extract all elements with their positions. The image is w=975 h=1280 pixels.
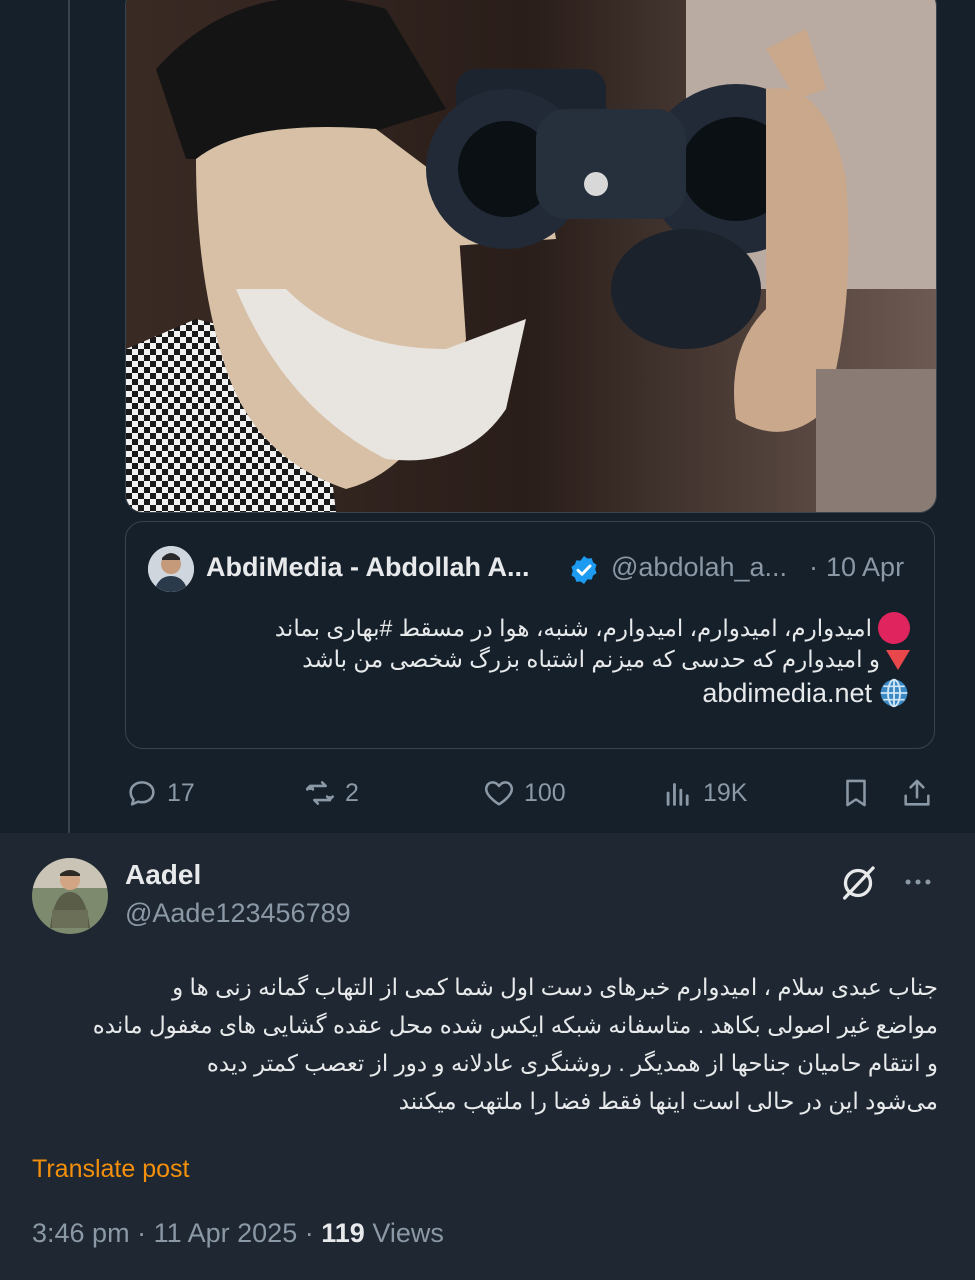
- quoted-link[interactable]: abdimedia.net: [702, 678, 872, 709]
- quoted-text-line: و امیدوارم که حدسی که میزنم اشتباه بزرگ …: [302, 646, 880, 672]
- red-circle-icon: [878, 612, 910, 644]
- quoted-tweet-card[interactable]: AbdiMedia - Abdollah A... @abdolah_a... …: [125, 521, 935, 749]
- quoted-date[interactable]: 10 Apr: [826, 552, 904, 583]
- like-count: 100: [524, 778, 566, 807]
- views-icon: [666, 783, 689, 806]
- reply-count: 17: [167, 778, 195, 807]
- repost-count: 2: [345, 778, 359, 807]
- post-date[interactable]: 11 Apr 2025: [154, 1218, 298, 1248]
- reply-tweet-text: جناب عبدی سلام ، امیدوارم خبرهای دست اول…: [32, 968, 938, 1120]
- views-button[interactable]: 19K: [661, 770, 747, 816]
- meta-separator: ·: [137, 1218, 147, 1248]
- quoted-line-2: و امیدوارم که حدسی که میزنم اشتباه بزرگ …: [150, 644, 910, 675]
- reply-text-line: و انتقام حامیان جناحها از همدیگر . روشنگ…: [206, 1050, 938, 1076]
- like-button[interactable]: 100: [482, 770, 566, 816]
- globe-icon: [880, 678, 908, 708]
- reply-meta: 3:46 pm · 11 Apr 2025 · 119 Views: [32, 1218, 444, 1249]
- thread-line: [68, 0, 70, 833]
- grok-icon[interactable]: [838, 863, 878, 903]
- reply-author-name[interactable]: Aadel: [125, 859, 201, 891]
- photo-illustration: [126, 0, 936, 512]
- repost-button[interactable]: 2: [303, 770, 359, 816]
- reply-author-avatar[interactable]: [32, 858, 108, 934]
- meta-separator: ·: [304, 1218, 314, 1248]
- quoted-separator: ·: [809, 552, 818, 582]
- like-icon: [484, 781, 514, 806]
- reply-text-line: مواضع غیر اصولی بکاهد . متاسفانه شبکه ای…: [92, 1012, 938, 1038]
- tweet-action-bar: 17 2 100 19K: [125, 770, 935, 816]
- bookmark-icon: [846, 779, 866, 807]
- quoted-author-name[interactable]: AbdiMedia - Abdollah A...: [206, 552, 530, 583]
- more-icon[interactable]: [898, 865, 938, 899]
- red-triangle-icon: [886, 649, 910, 670]
- views-label: Views: [372, 1218, 444, 1248]
- repost-icon: [305, 781, 335, 805]
- post-time[interactable]: 3:46 pm: [32, 1218, 130, 1248]
- views-count: 19K: [703, 778, 748, 807]
- quoted-author-avatar[interactable]: [148, 546, 194, 592]
- quoted-text-line: امیدوارم، امیدوارم، امیدوارم، شنبه، هوا …: [274, 614, 872, 641]
- reply-icon: [129, 781, 155, 806]
- share-button[interactable]: [900, 770, 934, 816]
- quoted-line-1: امیدوارم، امیدوارم، امیدوارم، شنبه، هوا …: [150, 612, 910, 644]
- reply-tweet: Aadel @Aade123456789 جناب عبدی سلام ، ام…: [0, 833, 975, 1280]
- quoted-line-3: abdimedia.net: [150, 677, 910, 709]
- reply-text-line: جناب عبدی سلام ، امیدوارم خبرهای دست اول…: [172, 974, 938, 1000]
- quoted-author-handle[interactable]: @abdolah_a...: [611, 552, 787, 583]
- reply-button[interactable]: 17: [125, 770, 195, 816]
- quoted-tweet-text: امیدوارم، امیدوارم، امیدوارم، شنبه، هوا …: [150, 612, 910, 709]
- translate-post-link[interactable]: Translate post: [32, 1155, 189, 1184]
- share-icon: [904, 779, 930, 806]
- tweet-photo[interactable]: [125, 0, 937, 513]
- bookmark-button[interactable]: [839, 770, 873, 816]
- reply-author-handle[interactable]: @Aade123456789: [125, 898, 351, 929]
- verified-icon: [571, 556, 597, 584]
- views-count-value: 119: [321, 1218, 365, 1248]
- reply-text-line: می‌شود این در حالی است اینها فقط فضا را …: [398, 1088, 938, 1114]
